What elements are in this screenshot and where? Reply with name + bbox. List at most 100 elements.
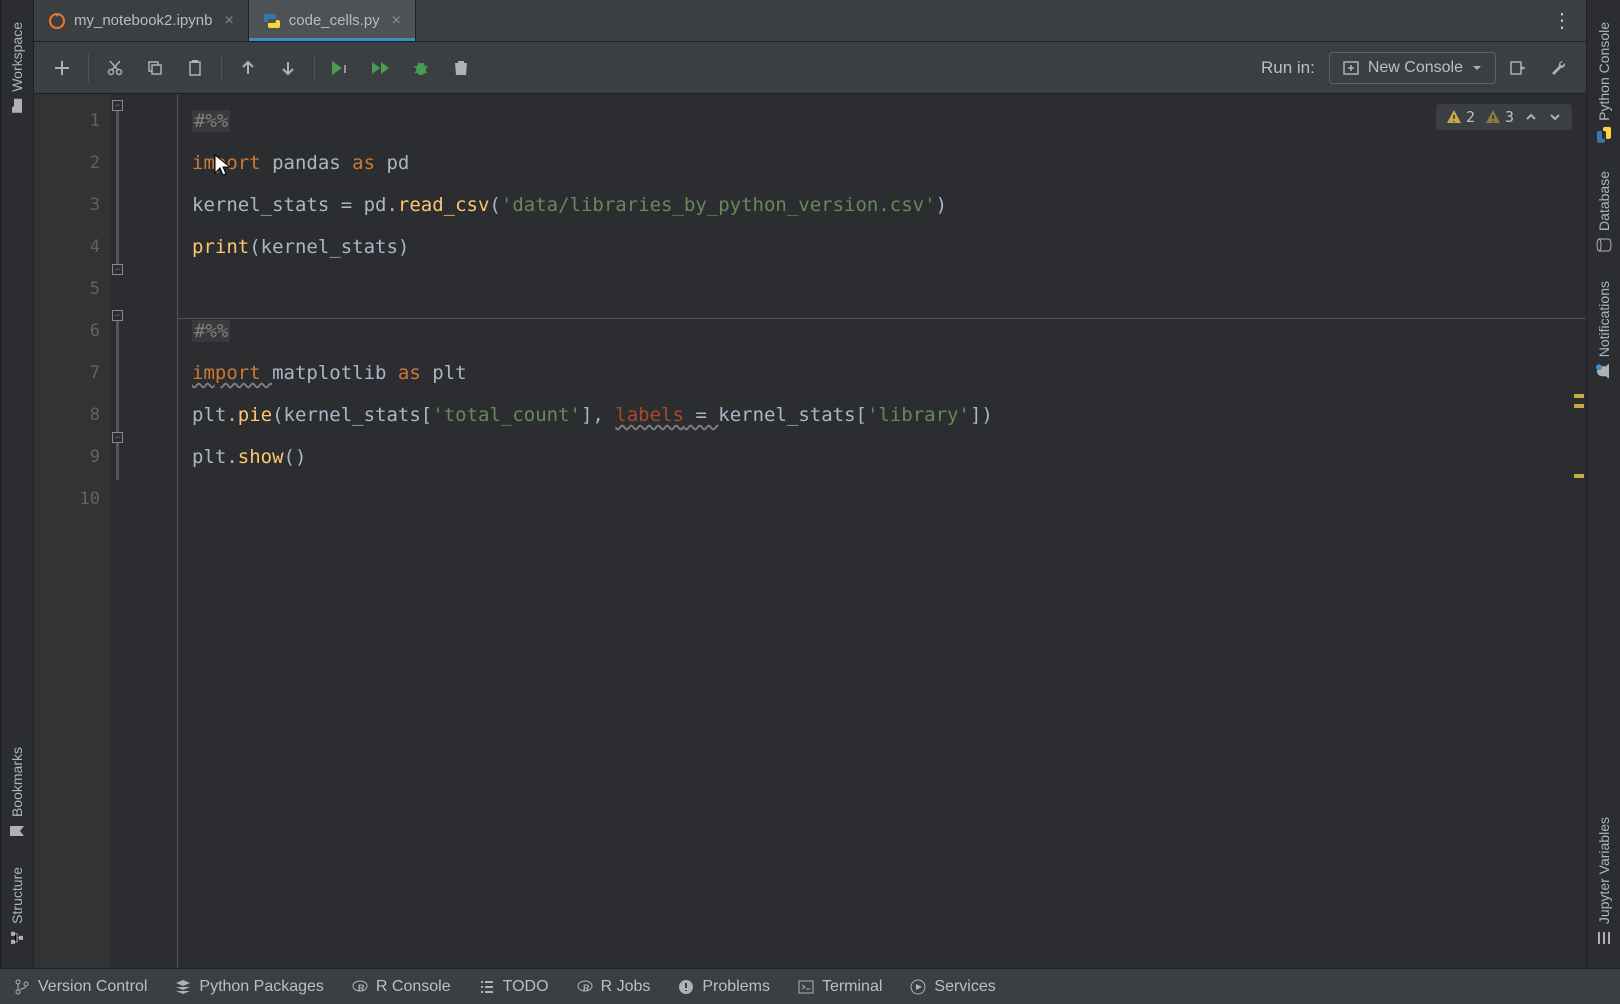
fold-handle[interactable]: − [112,432,123,443]
python-icon [1596,127,1612,143]
rail-database[interactable]: Database [1596,157,1612,267]
code-line[interactable]: import pandas as pd [178,142,1586,184]
rail-label: Notifications [1596,281,1612,357]
prev-highlight-icon[interactable] [1524,110,1538,124]
status-bar: Version Control Python Packages R R Cons… [0,968,1620,1004]
line-number[interactable]: 8 [34,394,110,436]
arrow-up-icon [239,59,257,77]
play-icon [910,979,926,995]
weak-warning-icon [1485,109,1501,125]
rail-bookmarks[interactable]: Bookmarks [9,733,25,853]
status-r-console[interactable]: R R Console [352,978,451,996]
r-icon: R [577,979,593,995]
python-icon [263,12,281,30]
close-icon[interactable]: × [392,12,401,30]
line-number[interactable]: 9 [34,436,110,478]
line-number[interactable]: 6 [34,310,110,352]
warnings-count[interactable]: 2 [1446,108,1475,126]
rail-notifications[interactable]: Notifications [1596,267,1612,393]
tab-my-notebook2[interactable]: my_notebook2.ipynb × [34,0,249,41]
line-number[interactable]: 7 [34,352,110,394]
status-python-packages[interactable]: Python Packages [175,978,324,996]
line-number[interactable]: 4 [34,226,110,268]
editor-tabs: my_notebook2.ipynb × code_cells.py × ⋮ [34,0,1586,42]
chevron-down-icon [1471,62,1483,74]
status-services[interactable]: Services [910,978,995,996]
folder-icon [9,98,25,114]
bell-icon [1596,363,1612,379]
status-label: Python Packages [199,978,324,996]
status-todo[interactable]: TODO [479,978,549,996]
fold-handle[interactable]: − [112,100,123,111]
line-number[interactable]: 1 [34,100,110,142]
move-up-button[interactable] [230,50,266,86]
status-label: TODO [503,978,549,996]
copy-button[interactable] [137,50,173,86]
weak-warnings-count[interactable]: 3 [1485,108,1514,126]
line-number[interactable]: 5 [34,268,110,310]
tabs-overflow-menu[interactable]: ⋮ [1540,0,1586,41]
trash-icon [452,59,470,77]
database-icon [1596,237,1612,253]
fold-handle[interactable]: − [112,310,123,321]
code-line[interactable]: plt.show() [178,436,1586,478]
run-all-button[interactable] [363,50,399,86]
editor-toolbar: Run in: New Console [34,42,1586,94]
add-cell-button[interactable] [44,50,80,86]
status-problems[interactable]: Problems [678,978,770,996]
code-line[interactable]: print(kernel_stats) [178,226,1586,268]
paste-button[interactable] [177,50,213,86]
line-number-gutter: 12345678910 [34,94,110,968]
code-line[interactable]: plt.pie(kernel_stats['total_count'], lab… [178,394,1586,436]
copy-icon [146,59,164,77]
warning-icon [1446,109,1462,125]
stripe-marker[interactable] [1574,474,1584,478]
code-line[interactable]: import matplotlib as plt [178,352,1586,394]
error-icon [678,979,694,995]
status-label: Problems [702,978,770,996]
rail-python-console[interactable]: Python Console [1596,8,1612,157]
line-number[interactable]: 2 [34,142,110,184]
code-line[interactable]: #%% [178,100,1586,142]
rail-label: Structure [9,867,25,924]
settings-button[interactable] [1540,50,1576,86]
close-icon[interactable]: × [224,12,233,30]
cut-button[interactable] [97,50,133,86]
code-content[interactable]: 2 3 #%%import pandas as pdkernel_stats =… [178,94,1586,968]
status-r-jobs[interactable]: R R Jobs [577,978,651,996]
rail-label: Database [1596,171,1612,231]
status-terminal[interactable]: Terminal [798,978,882,996]
structure-icon [9,930,25,946]
code-line[interactable]: kernel_stats = pd.read_csv('data/librari… [178,184,1586,226]
run-cell-button[interactable] [323,50,359,86]
next-highlight-icon[interactable] [1548,110,1562,124]
line-number[interactable]: 3 [34,184,110,226]
run-in-selector[interactable]: New Console [1329,52,1496,84]
stripe-marker[interactable] [1574,404,1584,408]
stripe-marker[interactable] [1574,394,1584,398]
line-number[interactable]: 10 [34,478,110,520]
error-stripe[interactable] [1572,94,1586,968]
debug-button[interactable] [403,50,439,86]
rail-jupyter-variables[interactable]: Jupyter Variables [1596,803,1612,960]
inspection-summary[interactable]: 2 3 [1436,104,1572,130]
code-line[interactable] [178,478,1586,520]
rail-workspace[interactable]: Workspace [9,8,25,128]
status-version-control[interactable]: Version Control [14,978,147,996]
apply-button[interactable] [1500,50,1536,86]
run-all-icon [370,59,392,77]
fold-handle[interactable]: − [112,264,123,275]
code-line[interactable]: #%% [178,310,1586,352]
separator [221,54,222,82]
apply-icon [1509,59,1527,77]
svg-text:R: R [583,983,590,993]
code-line[interactable] [178,268,1586,310]
delete-cell-button[interactable] [443,50,479,86]
wrench-icon [1549,59,1567,77]
run-in-label: Run in: [1261,58,1315,78]
tab-code-cells[interactable]: code_cells.py × [249,0,416,41]
code-editor[interactable]: 12345678910 −−−− 2 3 [34,94,1586,968]
rail-structure[interactable]: Structure [9,853,25,960]
right-tool-rail: Python Console Database Notifications Ju… [1586,0,1620,968]
move-down-button[interactable] [270,50,306,86]
